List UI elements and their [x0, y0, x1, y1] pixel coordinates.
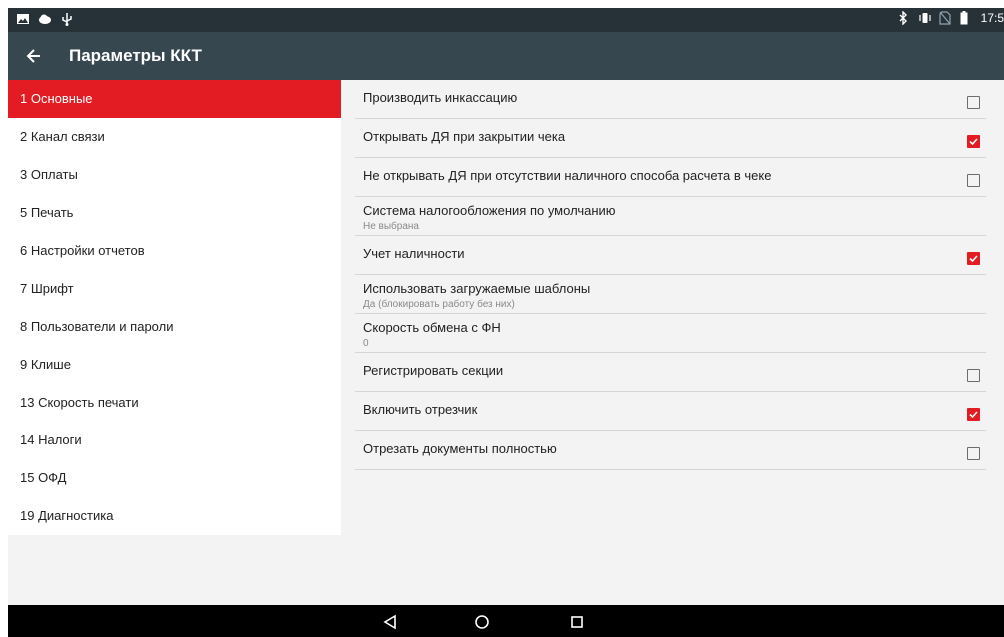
back-triangle-icon — [383, 614, 396, 630]
menu-item-label: 7 Шрифт — [20, 280, 74, 296]
status-time: 17:5 — [980, 11, 1004, 25]
home-circle-icon — [475, 615, 489, 629]
back-button[interactable] — [20, 42, 48, 70]
setting-title: Не открывать ДЯ при отсутствии наличного… — [363, 168, 772, 183]
nav-recents-button[interactable] — [568, 613, 586, 631]
check-icon — [969, 138, 978, 146]
vibrate-icon — [918, 11, 932, 25]
menu-item-cliche[interactable]: 9 Клише — [8, 345, 341, 383]
setting-collection[interactable]: Производить инкассацию — [355, 80, 986, 119]
page-title: Параметры ККТ — [69, 46, 202, 65]
menu-item-users-passwords[interactable]: 8 Пользователи и пароли — [8, 307, 341, 345]
navigation-bar — [8, 605, 1004, 637]
usb-icon — [60, 12, 74, 26]
menu-item-report-settings[interactable]: 6 Настройки отчетов — [8, 232, 341, 270]
status-bar: 17:5 — [8, 8, 1004, 32]
menu-item-label: 15 ОФД — [20, 470, 67, 486]
no-drawer-checkbox[interactable] — [967, 174, 980, 187]
collection-checkbox[interactable] — [967, 96, 980, 109]
enable-cutter-checkbox[interactable] — [967, 408, 980, 421]
menu-item-label: 1 Основные — [20, 91, 93, 107]
menu-item-label: 2 Канал связи — [20, 129, 105, 145]
setting-enable-cutter[interactable]: Включить отрезчик — [355, 392, 986, 431]
cloud-icon — [38, 12, 52, 26]
setting-full-cut[interactable]: Отрезать документы полностью — [355, 431, 986, 470]
setting-templates[interactable]: Использовать загружаемые шаблоны Да (бло… — [355, 275, 986, 314]
setting-title: Скорость обмена с ФН — [363, 320, 501, 335]
setting-tax-system[interactable]: Система налогообложения по умолчанию Не … — [355, 197, 986, 236]
menu-item-label: 5 Печать — [20, 205, 74, 221]
open-drawer-checkbox[interactable] — [967, 135, 980, 148]
menu-item-label: 9 Клише — [20, 356, 71, 372]
menu-item-label: 8 Пользователи и пароли — [20, 318, 174, 334]
cash-accounting-checkbox[interactable] — [967, 252, 980, 265]
bluetooth-icon — [897, 10, 911, 26]
setting-title: Открывать ДЯ при закрытии чека — [363, 129, 566, 144]
menu-item-label: 13 Скорость печати — [20, 394, 139, 410]
setting-title: Производить инкассацию — [363, 90, 518, 105]
menu-item-print-speed[interactable]: 13 Скорость печати — [8, 383, 341, 421]
menu-item-label: 14 Налоги — [20, 432, 82, 448]
menu-item-taxes[interactable]: 14 Налоги — [8, 421, 341, 459]
setting-open-drawer-on-close[interactable]: Открывать ДЯ при закрытии чека — [355, 119, 986, 158]
setting-value: Да (блокировать работу без них) — [363, 299, 515, 310]
setting-title: Использовать загружаемые шаблоны — [363, 281, 591, 296]
app-bar: Параметры ККТ — [8, 32, 1004, 80]
recents-square-icon — [571, 616, 583, 628]
menu-empty-area — [8, 535, 341, 605]
setting-title: Регистрировать секции — [363, 363, 504, 378]
settings-menu: 1 Основные 2 Канал связи 3 Оплаты 5 Печа… — [8, 80, 341, 535]
menu-item-payments[interactable]: 3 Оплаты — [8, 156, 341, 194]
check-icon — [969, 411, 978, 419]
menu-item-connection[interactable]: 2 Канал связи — [8, 118, 341, 156]
battery-icon — [960, 11, 974, 25]
nav-home-button[interactable] — [473, 613, 491, 631]
setting-fn-speed[interactable]: Скорость обмена с ФН 0 — [355, 314, 986, 353]
setting-value: Не выбрана — [363, 221, 419, 232]
image-icon — [16, 12, 30, 26]
setting-no-drawer-without-cash[interactable]: Не открывать ДЯ при отсутствии наличного… — [355, 158, 986, 197]
register-sections-checkbox[interactable] — [967, 369, 980, 382]
setting-title: Включить отрезчик — [363, 402, 478, 417]
menu-item-ofd[interactable]: 15 ОФД — [8, 459, 341, 497]
status-left-icons — [16, 12, 74, 26]
no-sim-icon — [939, 11, 953, 25]
nav-back-button[interactable] — [381, 613, 399, 631]
menu-item-label: 6 Настройки отчетов — [20, 243, 145, 258]
menu-item-label: 19 Диагностика — [20, 508, 114, 524]
arrow-left-icon — [26, 49, 40, 63]
menu-item-print[interactable]: 5 Печать — [8, 194, 341, 232]
menu-item-font[interactable]: 7 Шрифт — [8, 269, 341, 307]
setting-value: 0 — [363, 338, 369, 349]
full-cut-checkbox[interactable] — [967, 447, 980, 460]
setting-title: Учет наличности — [363, 246, 465, 261]
setting-cash-accounting[interactable]: Учет наличности — [355, 236, 986, 275]
menu-item-basic[interactable]: 1 Основные — [8, 80, 341, 118]
setting-title: Отрезать документы полностью — [363, 441, 557, 456]
setting-title: Система налогообложения по умолчанию — [363, 203, 616, 218]
menu-item-label: 3 Оплаты — [20, 167, 78, 183]
device-screen: 17:5 Параметры ККТ 1 Основные 2 Канал св… — [8, 8, 1004, 637]
settings-list: Производить инкассацию Открывать ДЯ при … — [355, 80, 986, 470]
menu-item-diagnostics[interactable]: 19 Диагностика — [8, 497, 341, 535]
setting-register-sections[interactable]: Регистрировать секции — [355, 353, 986, 392]
check-icon — [969, 255, 978, 263]
status-right-icons: 17:5 — [897, 10, 1004, 26]
